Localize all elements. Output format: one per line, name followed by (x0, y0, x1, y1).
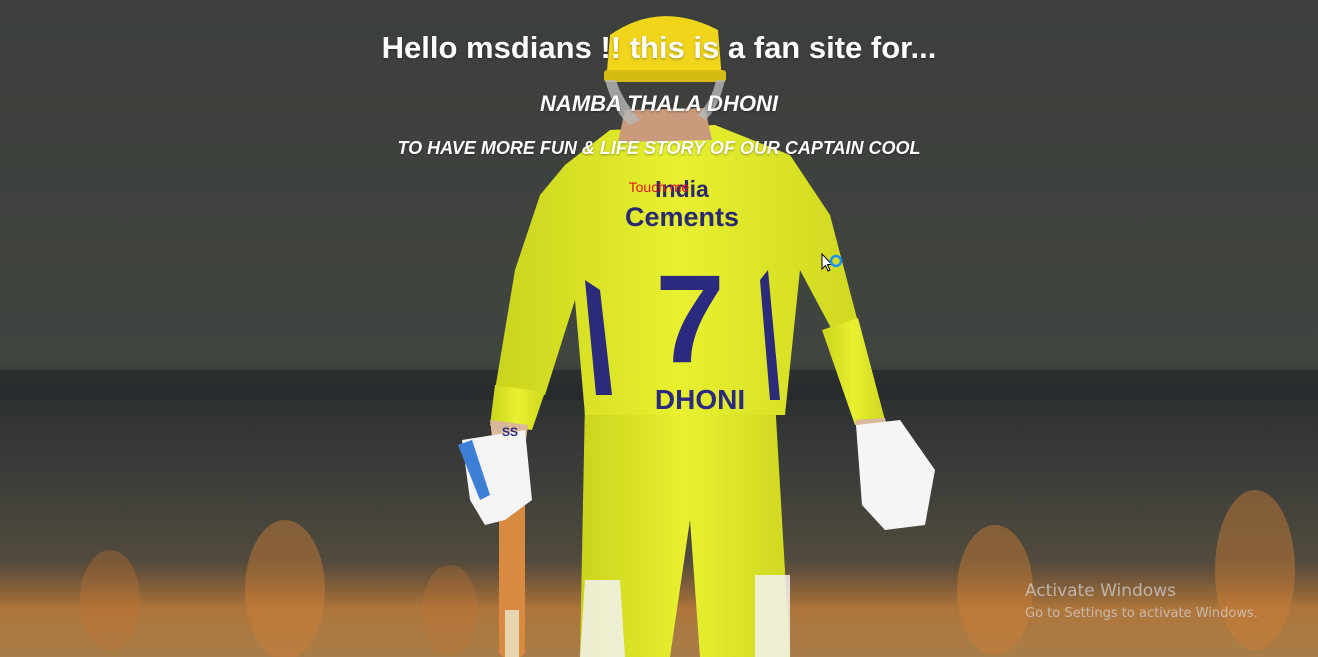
jersey-number: 7 (655, 250, 725, 389)
page-tagline: TO HAVE MORE FUN & LIFE STORY OF OUR CAP… (397, 138, 921, 158)
watermark-title: Activate Windows (1025, 581, 1176, 601)
busy-cursor-icon (821, 252, 845, 279)
page-title: Hello msdians !! this is a fan site for.… (381, 30, 937, 65)
fan-site-page: India Cements 7 DHONI SS Hello msdians !… (0, 0, 1318, 657)
glove-brand: SS (502, 425, 518, 439)
activate-windows-watermark: Activate Windows Go to Settings to activ… (1025, 581, 1258, 621)
jersey-name: DHONI (655, 384, 745, 415)
watermark-subtitle: Go to Settings to activate Windows. (1025, 606, 1258, 621)
jersey-sponsor-line2: Cements (625, 202, 739, 232)
touch-me-link[interactable]: Touch me (0, 179, 1318, 195)
page-subtitle: NAMBA THALA DHONI (540, 91, 778, 116)
